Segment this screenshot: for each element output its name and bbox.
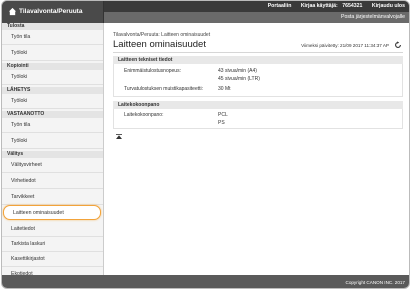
portal-link[interactable]: Portaaliin — [268, 3, 292, 9]
sidebar-item-receive-job-status[interactable]: Työn tila — [2, 118, 103, 133]
sidebar-item-check-counter[interactable]: Tarkista laskuri — [2, 237, 103, 252]
sidebar-section-print: Tulosta — [2, 23, 103, 30]
sidebar-section-send: LÄHETYS — [2, 87, 103, 94]
secure-print-memory-label: Turvatulostuksen muistikapasiteetti: — [124, 86, 204, 92]
max-print-speed-label: Enimmäistulostusnopeus: — [124, 68, 181, 74]
breadcrumb: Tilavalvonta/Peruuta: Laitteen ominaisuu… — [113, 32, 211, 38]
header-email-bar: Posta järjestelmänvalvojalle — [104, 12, 409, 23]
sidebar-item-copy-job-log[interactable]: Työloki — [2, 70, 103, 85]
page-title: Laitteen ominaisuudet — [113, 39, 206, 50]
max-print-speed-ltr: 45 sivua/min (LTR) — [218, 76, 260, 82]
sidebar-item-device-features[interactable]: Laitteen ominaisuudet — [3, 205, 101, 220]
sidebar-item-error-info[interactable]: Virhetiedot — [2, 174, 103, 189]
configuration-ps: PS — [218, 120, 225, 126]
sidebar: Tulosta Työn tila Työloki Kopiointi Työl… — [2, 23, 104, 277]
max-print-speed-a4: 43 sivua/min (A4) — [218, 68, 257, 74]
footer: Copyright CANON INC. 2017 — [2, 275, 409, 288]
sidebar-item-cassette-library[interactable]: Kasettikirjastot — [2, 252, 103, 267]
back-to-top-icon[interactable] — [116, 134, 122, 139]
sidebar-item-send-job-log[interactable]: Työloki — [2, 94, 103, 109]
sidebar-section-copy: Kopiointi — [2, 63, 103, 70]
sidebar-item-print-job-status[interactable]: Työn tila — [2, 30, 103, 45]
top-header: Tilavalvonta/Peruuta Portaaliin Kirjaa k… — [2, 1, 409, 23]
configuration-section-header: Laitekokoonpano — [113, 101, 403, 109]
sidebar-item-forwarding-errors[interactable]: Välitysvirheet — [2, 158, 103, 173]
sidebar-section-receive: VASTAANOTTO — [2, 111, 103, 118]
login-user-id: 7654321 — [342, 3, 363, 9]
sidebar-item-print-job-log[interactable]: Työloki — [2, 46, 103, 61]
title-divider — [113, 52, 403, 53]
configuration-section-body: Laitekokoonpano: PCL PS — [113, 109, 403, 129]
home-icon — [8, 7, 17, 16]
copyright-text: Copyright CANON INC. 2017 — [345, 280, 406, 285]
home-link[interactable]: Tilavalvonta/Peruuta — [2, 1, 104, 23]
sidebar-section-forwarding: Välitys — [2, 151, 103, 158]
configuration-label: Laitekokoonpano: — [124, 112, 164, 118]
header-links-bar: Portaaliin Kirjaa käyttäjä: 7654321 Kirj… — [104, 1, 409, 12]
secure-print-memory-value: 30 Mt — [218, 86, 231, 92]
login-user-label: Kirjaa käyttäjä: — [300, 3, 338, 9]
home-title: Tilavalvonta/Peruuta — [19, 8, 83, 15]
sidebar-item-device-info[interactable]: Laitetiedot — [2, 222, 103, 237]
logout-link[interactable]: Kirjaudu ulos — [372, 3, 405, 9]
specs-section-body: Enimmäistulostusnopeus: 43 sivua/min (A4… — [113, 64, 403, 97]
refresh-icon[interactable] — [394, 41, 402, 49]
sidebar-item-receive-job-log[interactable]: Työloki — [2, 134, 103, 149]
sidebar-item-consumables[interactable]: Tarvikkeet — [2, 190, 103, 205]
mail-admin-link[interactable]: Posta järjestelmänvalvojalle — [341, 14, 405, 20]
app-window: Tilavalvonta/Peruuta Portaaliin Kirjaa k… — [1, 0, 410, 289]
main-content: Tilavalvonta/Peruuta: Laitteen ominaisuu… — [104, 23, 409, 275]
last-updated-text: Viimeksi päivitetty: 21/09 2017 11:34:37… — [301, 43, 389, 48]
configuration-pcl: PCL — [218, 112, 228, 118]
specs-section-header: Laitteen tekniset tiedot — [113, 56, 403, 64]
